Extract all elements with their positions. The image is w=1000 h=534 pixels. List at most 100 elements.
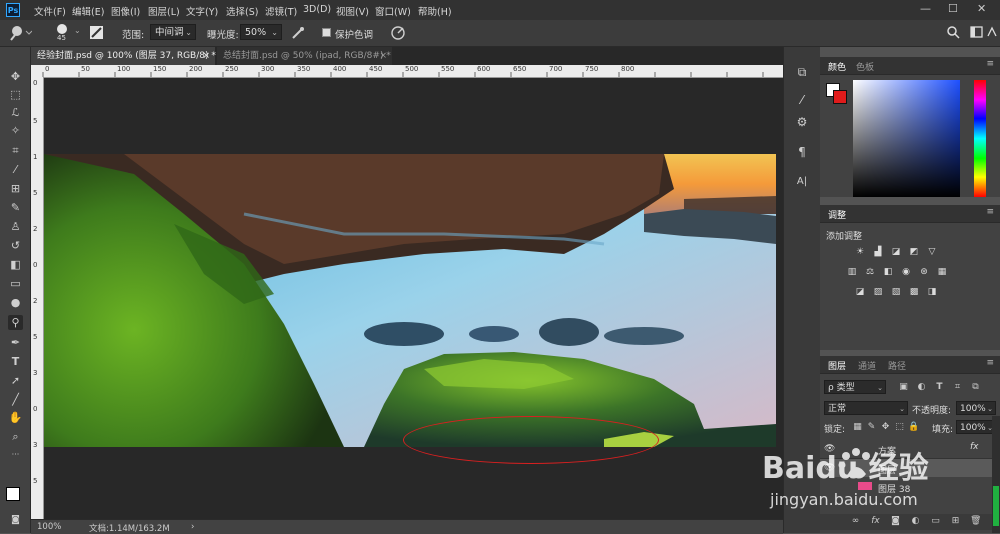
lock-artboard-icon[interactable]: ⬚ <box>894 422 905 433</box>
exposure-input[interactable]: 50% ⌄ <box>240 24 282 40</box>
menu-select[interactable]: 选择(S) <box>226 4 258 18</box>
filter-type-icon[interactable]: T <box>934 382 945 393</box>
exposure-icon[interactable]: ◩ <box>908 247 920 257</box>
line-tool-icon[interactable]: ╱ <box>8 392 23 407</box>
fill-input[interactable]: 100% ⌄ <box>956 420 996 434</box>
status-menu-arrow[interactable]: › <box>191 522 194 532</box>
menu-type[interactable]: 文字(Y) <box>186 4 218 18</box>
tab-swatches[interactable]: 色板 <box>856 60 874 73</box>
move-tool-icon[interactable]: ✥ <box>8 69 23 84</box>
search-icon[interactable] <box>946 25 960 39</box>
tab-document-1[interactable]: 经验封面.psd @ 100% (图层 37, RGB/8) * × <box>31 47 216 65</box>
layer-filter-select[interactable]: ρ 类型 ⌄ <box>824 380 886 394</box>
menu-help[interactable]: 帮助(H) <box>418 4 452 18</box>
zoom-level[interactable]: 100% <box>37 522 61 532</box>
minimize-button[interactable]: — <box>920 2 931 15</box>
tab-paths[interactable]: 路径 <box>888 359 906 372</box>
brush-settings-icon[interactable] <box>89 25 104 40</box>
color-field[interactable] <box>853 80 960 197</box>
history-panel-icon[interactable]: ⧉ <box>795 65 809 79</box>
protect-tones-checkbox[interactable] <box>322 28 331 37</box>
eraser-tool-icon[interactable]: ◧ <box>8 257 23 272</box>
tab-channels[interactable]: 通道 <box>858 359 876 372</box>
tab-layers[interactable]: 图层 <box>828 359 846 372</box>
marquee-tool-icon[interactable]: ⬚ <box>8 87 23 102</box>
zoom-tool-icon[interactable]: ⌕ <box>8 429 23 444</box>
pen-tool-icon[interactable]: ✒ <box>8 335 23 350</box>
blur-tool-icon[interactable]: ● <box>8 295 23 310</box>
color-lookup-icon[interactable]: ▦ <box>936 267 948 277</box>
tab-document-2[interactable]: 总结封面.psd @ 50% (ipad, RGB/8#) * × <box>217 47 392 65</box>
color-balance-icon[interactable]: ⚖ <box>864 267 876 277</box>
history-brush-tool-icon[interactable]: ↺ <box>8 238 23 253</box>
vibrance-icon[interactable]: ▽ <box>926 247 938 257</box>
airbrush-icon[interactable] <box>290 25 306 41</box>
blend-mode-select[interactable]: 正常 ⌄ <box>824 401 908 415</box>
photo-filter-icon[interactable]: ◉ <box>900 267 912 277</box>
path-selection-tool-icon[interactable]: ➚ <box>8 373 23 388</box>
healing-tool-icon[interactable]: ⊞ <box>8 181 23 196</box>
close-icon[interactable]: × <box>379 47 387 65</box>
properties-panel-icon[interactable]: ⚙ <box>795 115 809 129</box>
opacity-input[interactable]: 100% ⌄ <box>956 401 996 415</box>
maximize-button[interactable]: ☐ <box>948 2 958 15</box>
lock-all-icon[interactable]: 🔒 <box>908 422 919 433</box>
menu-layer[interactable]: 图层(L) <box>148 4 180 18</box>
selective-color-icon[interactable]: ▩ <box>908 287 920 297</box>
character-panel-icon[interactable]: A| <box>795 175 809 189</box>
hue-saturation-icon[interactable]: ▥ <box>846 267 858 277</box>
workspace-icon[interactable] <box>970 25 984 39</box>
panel-menu-icon[interactable]: ≡ <box>986 358 994 368</box>
brush-tool-icon[interactable]: ✎ <box>8 200 23 215</box>
levels-icon[interactable]: ▟ <box>872 247 884 257</box>
seascape-photo[interactable] <box>44 154 776 447</box>
paragraph-panel-icon[interactable]: ¶ <box>795 145 809 159</box>
close-window-button[interactable]: ✕ <box>977 2 986 15</box>
menu-filter[interactable]: 滤镜(T) <box>265 4 297 18</box>
hand-tool-icon[interactable]: ✋ <box>8 410 23 425</box>
ruler-vertical[interactable]: 0 5 1 5 2 0 2 5 3 0 3 5 <box>31 77 44 519</box>
filter-smart-icon[interactable]: ⧉ <box>970 382 981 393</box>
stamp-tool-icon[interactable]: ♙ <box>8 219 23 234</box>
curves-icon[interactable]: ◪ <box>890 247 902 257</box>
menu-window[interactable]: 窗口(W) <box>375 4 411 18</box>
filter-pixel-icon[interactable]: ▣ <box>898 382 909 393</box>
menu-edit[interactable]: 编辑(E) <box>72 4 104 18</box>
crop-tool-icon[interactable]: ⌗ <box>8 143 23 158</box>
brightness-icon[interactable]: ☀ <box>854 247 866 257</box>
menu-3d[interactable]: 3D(D) <box>303 4 331 15</box>
brush-settings-panel-icon[interactable]: ⁄ <box>795 93 809 107</box>
menu-file[interactable]: 文件(F) <box>34 4 66 18</box>
filter-adjust-icon[interactable]: ◐ <box>916 382 927 393</box>
close-icon[interactable]: × <box>202 47 210 65</box>
hue-slider[interactable] <box>974 80 986 197</box>
filter-shape-icon[interactable]: ⌗ <box>952 382 963 393</box>
invert-icon[interactable]: ◪ <box>854 287 866 297</box>
panel-menu-icon[interactable]: ≡ <box>986 59 994 69</box>
color-bg-swatch[interactable] <box>833 90 847 104</box>
tab-adjustments[interactable]: 调整 <box>828 208 846 221</box>
threshold-icon[interactable]: ▧ <box>890 287 902 297</box>
menu-view[interactable]: 视图(V) <box>336 4 369 18</box>
gradient-map-icon[interactable]: ◨ <box>926 287 938 297</box>
tab-color[interactable]: 颜色 <box>828 60 846 73</box>
dodge-tool-icon[interactable] <box>10 25 32 41</box>
range-select[interactable]: 中间调 ⌄ <box>150 24 196 40</box>
channel-mixer-icon[interactable]: ⊛ <box>918 267 930 277</box>
lock-pixels-icon[interactable]: ▦ <box>852 422 863 433</box>
ruler-horizontal[interactable]: 0 50 100 150 200 250 300 350 400 450 500… <box>31 65 783 78</box>
more-tools-icon[interactable]: ··· <box>8 447 23 462</box>
gradient-tool-icon[interactable]: ▭ <box>8 276 23 291</box>
menu-image[interactable]: 图像(I) <box>111 4 140 18</box>
quick-mask-icon[interactable]: ◙ <box>8 513 23 528</box>
posterize-icon[interactable]: ▨ <box>872 287 884 297</box>
foreground-color-swatch[interactable] <box>6 487 20 501</box>
black-white-icon[interactable]: ◧ <box>882 267 894 277</box>
eyedropper-tool-icon[interactable]: ⁄ <box>8 162 23 177</box>
type-tool-icon[interactable]: T <box>8 354 23 369</box>
pressure-icon[interactable] <box>390 25 406 41</box>
lasso-tool-icon[interactable]: ℒ <box>8 105 23 120</box>
panel-menu-icon[interactable]: ≡ <box>986 207 994 217</box>
share-icon[interactable] <box>986 26 998 38</box>
lock-position-icon[interactable]: ✥ <box>880 422 891 433</box>
